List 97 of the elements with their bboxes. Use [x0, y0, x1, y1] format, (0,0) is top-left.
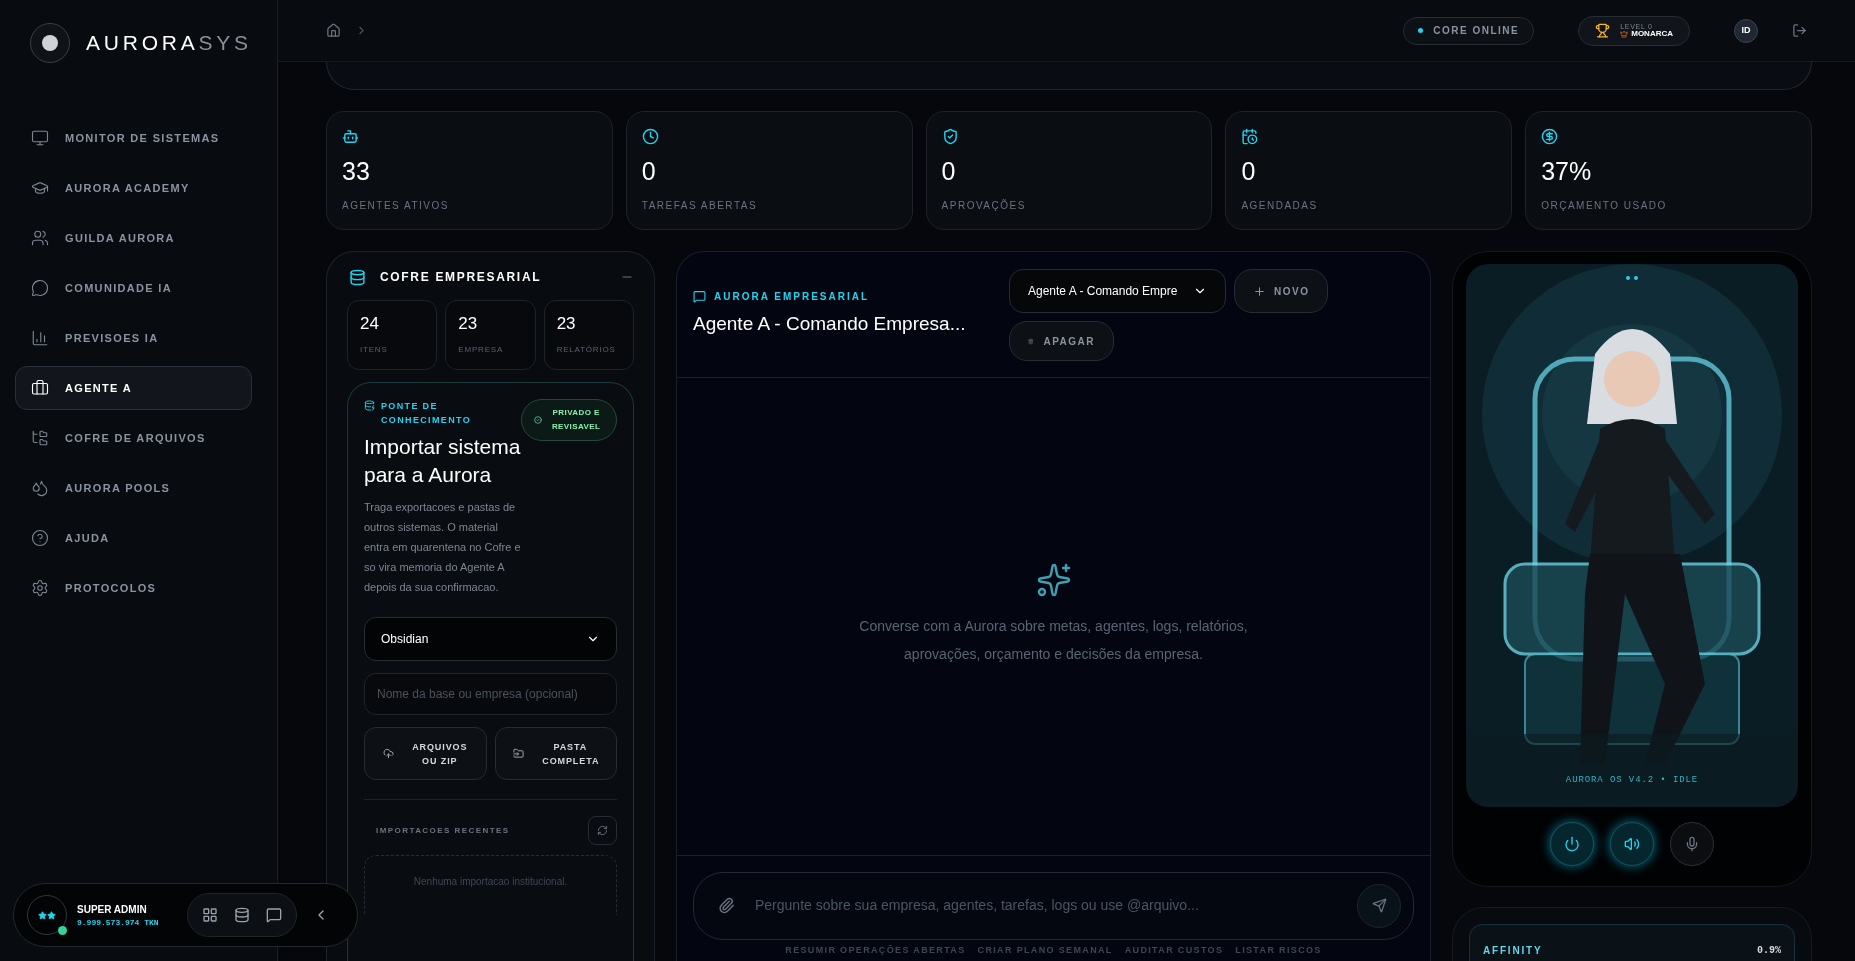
send-icon [1371, 898, 1387, 913]
stat-icon [641, 128, 659, 145]
chat-title: Agente A - Comando Empresa... [693, 312, 967, 336]
message-field[interactable]: Pergunte sobre sua empresa, agentes, tarefas, logs ou use @arquivo... [755, 895, 1337, 916]
import-title: Importar sistema para a Aurora [364, 434, 522, 488]
stars-icon [38, 910, 56, 920]
stat-icon [1241, 128, 1259, 145]
sidebar-item[interactable]: PREVISOES IA [15, 316, 252, 360]
user-avatar-button[interactable]: ID [1734, 18, 1758, 43]
nav-icon [31, 329, 49, 347]
crown-icon [1620, 30, 1629, 38]
stat-value: 0 [641, 159, 657, 184]
nav-icon [31, 479, 49, 497]
panel-title: COFRE EMPRESARIAL [380, 269, 543, 286]
count-label: RELATÓRIOS [556, 344, 617, 356]
count-label: EMPRESA [458, 344, 505, 356]
stat-icon [941, 128, 959, 145]
stat-label: AGENTES ATIVOS [342, 199, 450, 213]
message-icon[interactable] [266, 907, 282, 923]
logo-icon [30, 23, 70, 63]
sparkles-icon [1035, 562, 1072, 598]
import-button[interactable]: ARQUIVOS OU ZIP [364, 727, 487, 780]
name-field[interactable]: Nome da base ou empresa (opcional) [364, 673, 617, 715]
companion-caption: AURORA OS V4.2 • IDLE [1564, 773, 1700, 787]
source-select[interactable]: Obsidian [364, 617, 617, 661]
nav-icon [31, 429, 49, 447]
logout-icon[interactable] [1792, 23, 1807, 38]
import-button[interactable]: PASTA COMPLETA [494, 727, 617, 780]
power-icon [1564, 836, 1580, 852]
stat-value: 33 [342, 159, 371, 184]
import-icon [513, 748, 525, 759]
send-button[interactable] [1357, 883, 1401, 928]
delete-button[interactable]: APAGAR [1009, 321, 1114, 361]
sidebar-item[interactable]: AURORA ACADEMY [15, 166, 252, 210]
nav-icon [31, 129, 49, 147]
stat-label: APROVAÇÕES [941, 198, 1027, 213]
section-eyebrow: PONTE DE CONHECIMENTO [381, 400, 473, 427]
stat-label: TAREFAS ABERTAS [641, 199, 759, 213]
conversation-select[interactable]: Agente A - Comando Empre [1009, 269, 1226, 313]
recent-title: IMPORTACOES RECENTES [376, 824, 510, 837]
stat-icon [342, 128, 359, 145]
volume-button[interactable] [1610, 822, 1654, 866]
check-circle-icon [534, 416, 543, 424]
message-icon [693, 290, 706, 303]
affinity-label: AFFINITY [1483, 944, 1543, 958]
trophy-icon [1595, 23, 1611, 38]
refresh-button[interactable] [588, 816, 617, 845]
mic-button[interactable] [1670, 822, 1714, 866]
stat-label: AGENDADAS [1241, 199, 1319, 213]
sidebar-item[interactable]: COFRE DE ARQUIVOS [15, 416, 252, 460]
nav-icon [31, 279, 49, 297]
sidebar-item[interactable]: PROTOCOLOS [15, 566, 252, 610]
empty-chat-message: Converse com a Aurora sobre metas, agentes, logs, relatórios, aprovações, orçamento e decisões da empresa. [858, 617, 1249, 664]
home-icon[interactable] [326, 23, 341, 38]
database-icon [349, 268, 366, 286]
sidebar-item[interactable]: AGENTE A [15, 366, 252, 410]
core-status: CORE ONLINE [1433, 24, 1520, 38]
brand-name: AURORA [86, 30, 199, 57]
count-label: ITENS [360, 344, 389, 356]
count-value: 23 [556, 315, 577, 332]
stat-icon [1541, 128, 1559, 145]
user-name: SUPER ADMIN [77, 902, 148, 917]
stat-value: 0 [1241, 159, 1257, 184]
chat-eyebrow: AURORA EMPRESARIAL [714, 290, 870, 304]
stat-value: 37% [1541, 159, 1593, 184]
sidebar-item[interactable]: AURORA POOLS [15, 466, 252, 510]
nav-icon [31, 179, 49, 197]
volume-icon [1624, 836, 1640, 852]
database-icon[interactable] [234, 907, 250, 923]
database-icon [364, 400, 375, 411]
privacy-label: PRIVADO E REVISAVEL [550, 407, 602, 433]
sidebar-item[interactable]: MONITOR DE SISTEMAS [15, 116, 252, 160]
new-button[interactable]: NOVO [1234, 269, 1329, 313]
import-icon [382, 748, 394, 759]
import-description: Traga exportacoes e pastas de outros sistemas. O material entra em quarentena no Cofre e so vira memoria do Agente A depois da sua confirmacao. [364, 500, 522, 595]
plus-icon [1253, 284, 1266, 298]
nav-icon [31, 379, 49, 397]
brand-suffix: SYS [198, 30, 252, 57]
stat-label: ORÇAMENTO USADO [1541, 199, 1668, 213]
sidebar-item[interactable]: AJUDA [15, 516, 252, 560]
rank-name: MONARCA [1631, 30, 1673, 38]
count-value: 24 [360, 315, 380, 332]
power-button[interactable] [1550, 822, 1594, 866]
stat-value: 0 [941, 159, 957, 184]
paperclip-icon[interactable] [718, 897, 735, 914]
nav-icon [31, 229, 49, 247]
sidebar-item[interactable]: GUILDA AURORA [15, 216, 252, 260]
empty-imports-text: Nenhuma importacao institucional. [413, 875, 568, 889]
nav-icon [31, 579, 49, 597]
grid-icon[interactable] [202, 907, 218, 923]
affinity-value: 0.9% [1757, 944, 1781, 958]
token-balance: 9.999.573.974 TKN [77, 916, 160, 929]
sidebar-item[interactable]: COMUNIDADE IA [15, 266, 252, 310]
nav-icon [31, 529, 49, 547]
mic-icon [1684, 836, 1700, 852]
refresh-icon [597, 825, 608, 836]
count-value: 23 [458, 315, 479, 332]
